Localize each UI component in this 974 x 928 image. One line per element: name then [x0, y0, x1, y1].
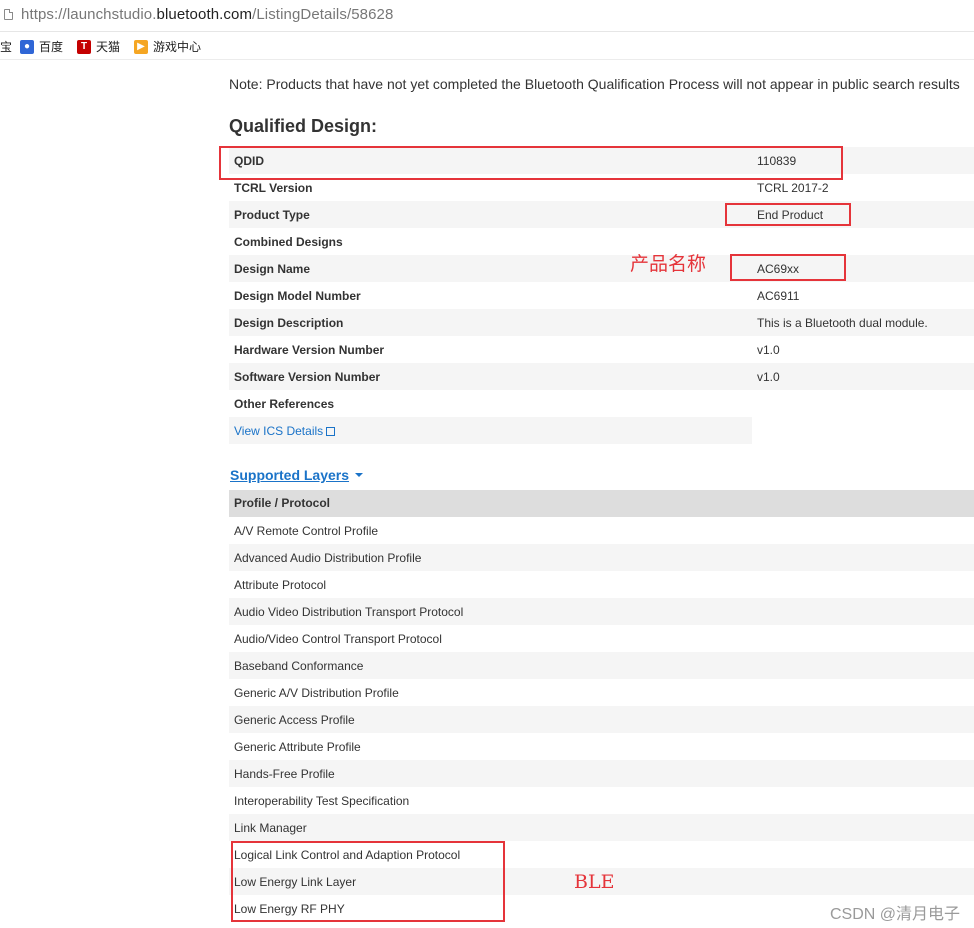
bookmark-item[interactable]: 宝 — [0, 38, 12, 55]
baidu-paw-icon: ● — [20, 39, 34, 54]
ble-layers-highlight-box — [231, 841, 505, 922]
design-row-software-version: Software Version Number v1.0 — [229, 363, 974, 390]
qualified-design-heading: Qualified Design: — [229, 116, 378, 136]
external-link-icon — [326, 427, 336, 436]
design-row-description: Design Description This is a Bluetooth d… — [229, 309, 974, 336]
layer-row: Interoperability Test Specification — [234, 794, 410, 808]
watermark: CSDN @清月电子 — [829, 906, 960, 923]
url-text[interactable]: https://launchstudio.bluetooth.com/Listi… — [21, 6, 393, 23]
product-name-annotation: 产品名称 — [630, 253, 707, 275]
bookmark-game-center[interactable]: ▶ 游戏中心 — [134, 38, 201, 55]
ics-row: View ICS Details — [229, 417, 752, 444]
qdid-highlight-box — [219, 146, 843, 180]
layer-row: Audio Video Distribution Transport Proto… — [229, 598, 974, 625]
page-icon — [4, 9, 13, 20]
design-name-highlight-box — [730, 254, 846, 281]
tmall-t-icon: T — [77, 39, 91, 54]
design-row-combined: Combined Designs — [234, 235, 343, 249]
layers-table-header: Profile / Protocol — [229, 490, 974, 517]
layer-row: Audio/Video Control Transport Protocol — [234, 632, 442, 646]
layer-row: Generic Access Profile — [229, 706, 974, 733]
caret-down-icon — [355, 473, 364, 478]
bookmark-baidu[interactable]: ● 百度 — [20, 38, 63, 55]
design-row-model-number: Design Model Number AC6911 — [234, 289, 800, 303]
layer-row: Advanced Audio Distribution Profile — [229, 544, 974, 571]
ble-annotation: BLE — [574, 871, 615, 893]
layer-row: Generic Attribute Profile — [234, 740, 361, 754]
view-ics-details-link[interactable]: View ICS Details — [234, 424, 336, 438]
design-row-other-references: Other References — [234, 397, 335, 411]
bookmarks-bar: 宝 ● 百度 T 天猫 ▶ 游戏中心 — [0, 32, 974, 60]
game-center-icon: ▶ — [134, 39, 148, 54]
supported-layers-toggle[interactable]: Supported Layers — [230, 467, 364, 483]
address-bar[interactable]: https://launchstudio.bluetooth.com/Listi… — [0, 0, 974, 32]
qualification-note: Note: Products that have not yet complet… — [229, 76, 960, 92]
layer-row: A/V Remote Control Profile — [234, 524, 379, 538]
layer-row: Hands-Free Profile — [229, 760, 974, 787]
layer-row: Attribute Protocol — [234, 578, 327, 592]
design-row-hardware-version: Hardware Version Number v1.0 — [234, 343, 780, 357]
design-row-product-type: Product Type End Product — [229, 201, 974, 228]
bookmark-tmall[interactable]: T 天猫 — [77, 38, 120, 55]
product-type-highlight-box — [725, 203, 851, 226]
layer-row: Baseband Conformance — [229, 652, 974, 679]
layer-row: Generic A/V Distribution Profile — [234, 686, 399, 700]
layer-row: Link Manager — [229, 814, 974, 841]
design-row-design-name: Design Name AC69xx — [229, 255, 974, 282]
